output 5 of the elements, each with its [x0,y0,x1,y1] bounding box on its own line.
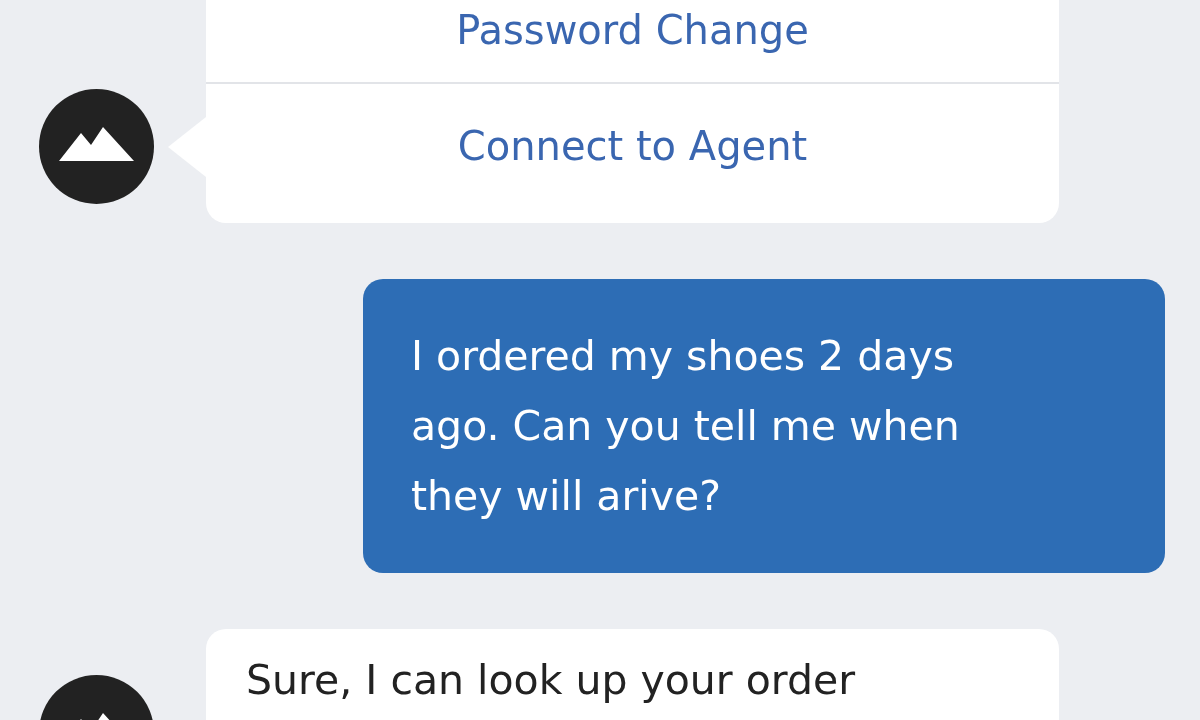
message-bubble: Sure, I can look up your order [206,629,1059,720]
option-button[interactable]: Password Change [206,0,1059,84]
message-bubble: I ordered my shoes 2 days ago. Can you tell me when they will arive? [363,279,1165,573]
avatar-icon [39,89,154,204]
option-button[interactable]: Connect to Agent [206,84,1059,223]
